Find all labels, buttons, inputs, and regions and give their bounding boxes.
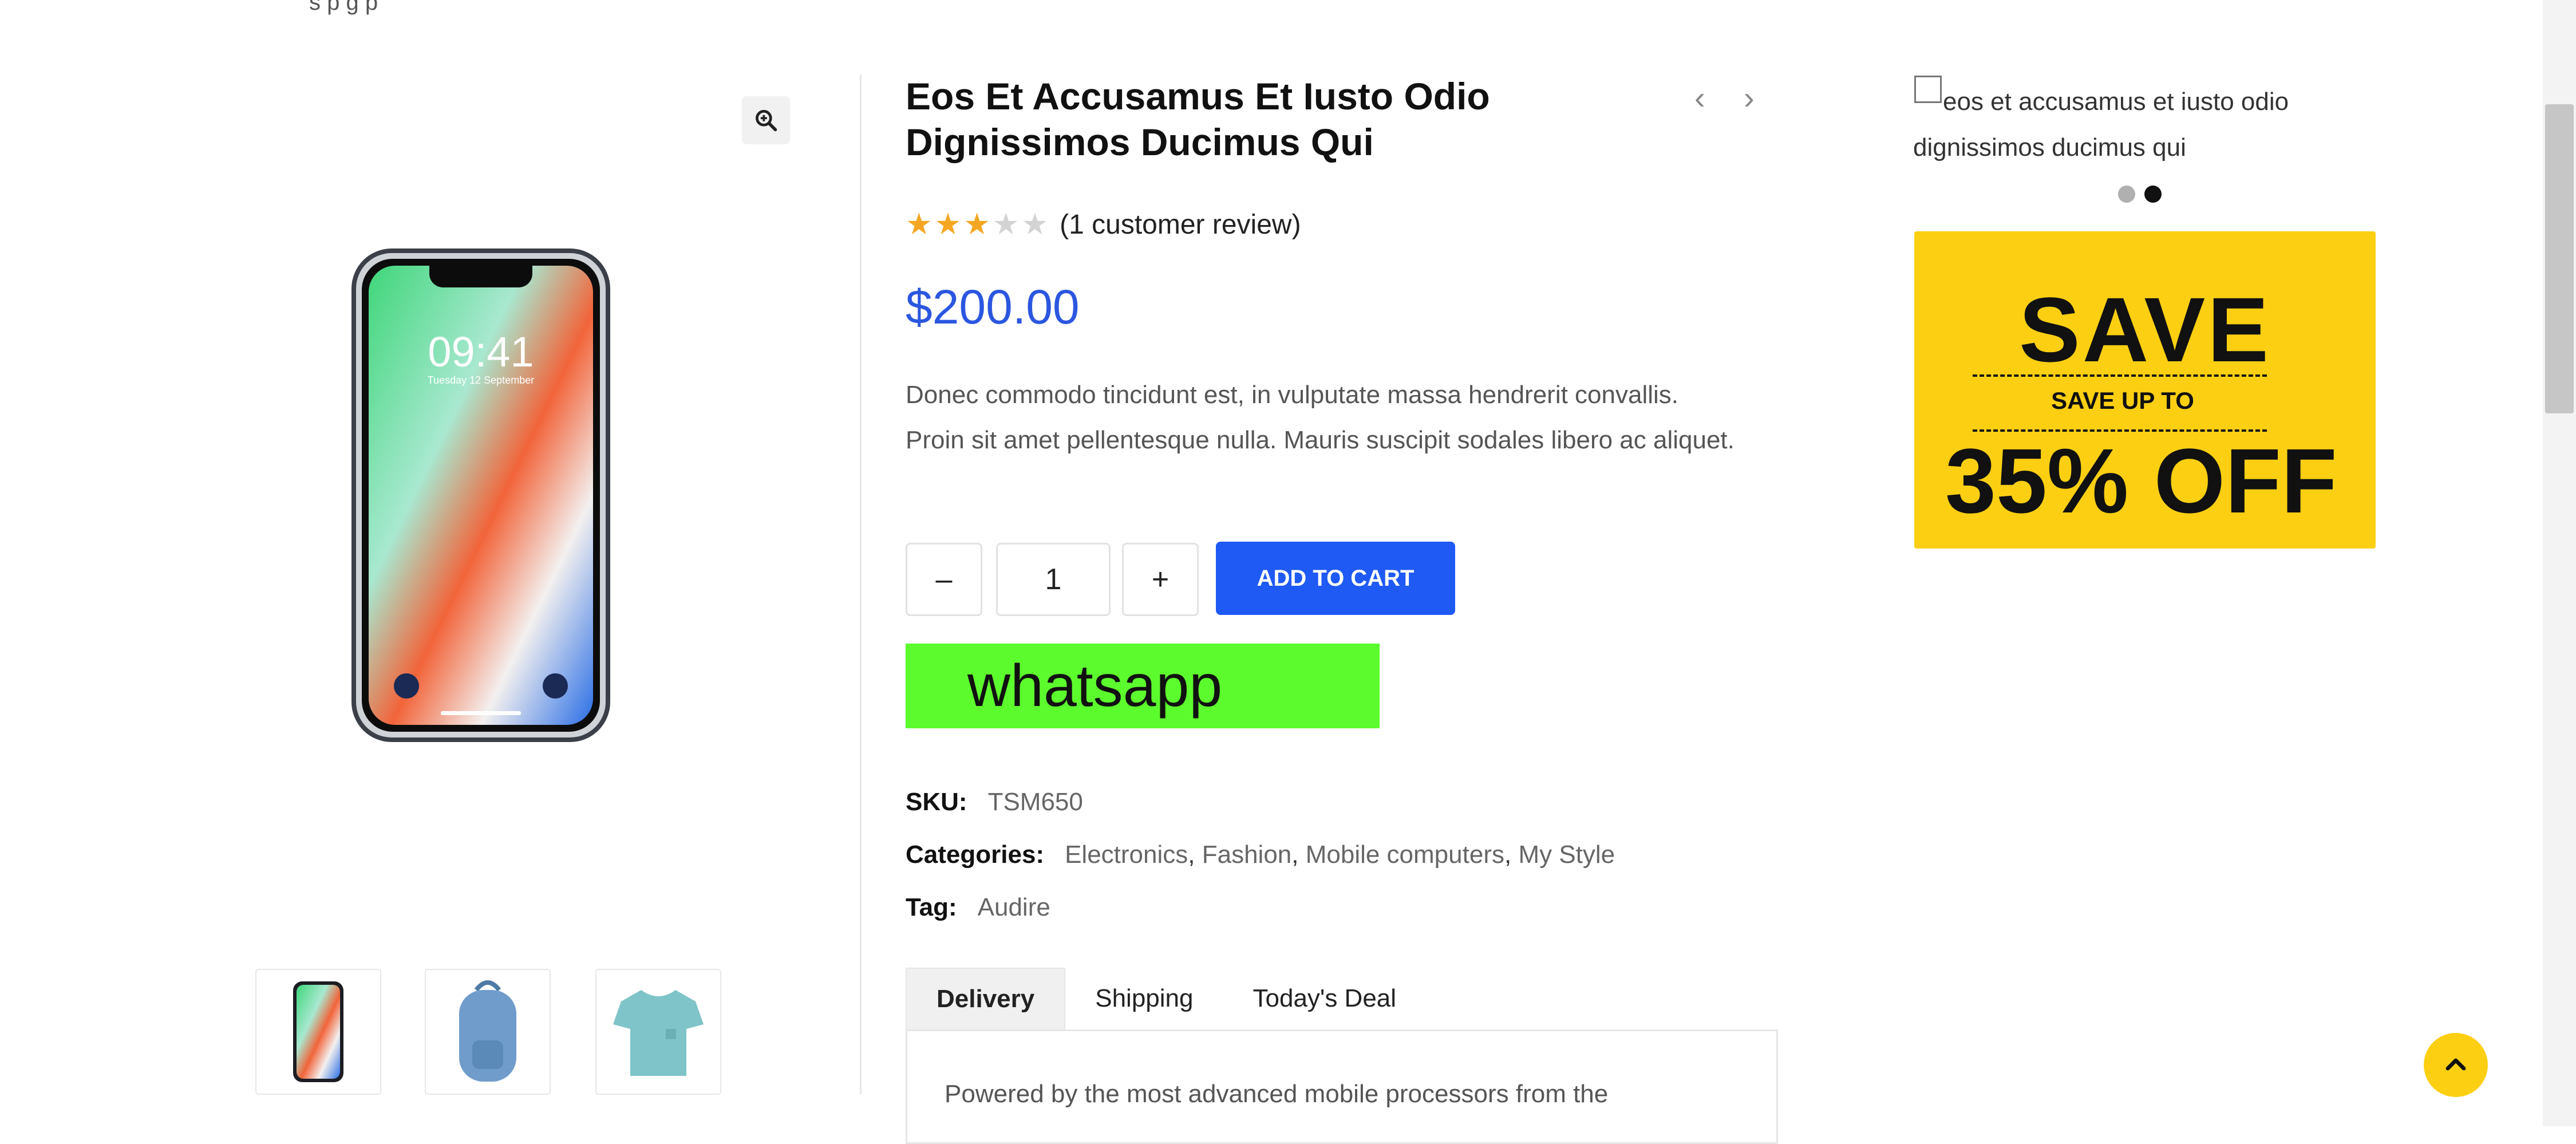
quantity-input[interactable] bbox=[996, 543, 1111, 616]
zoom-button[interactable] bbox=[742, 96, 790, 144]
sku-label: SKU: bbox=[906, 788, 967, 816]
product-tabs: Delivery Shipping Today's Deal bbox=[906, 968, 1426, 1029]
related-product-title[interactable]: eos et accusamus et iusto odio dignissim… bbox=[1913, 79, 2371, 171]
star-icon: ★ bbox=[963, 208, 990, 241]
column-divider bbox=[860, 74, 862, 1095]
thumbnail-tshirt[interactable] bbox=[595, 969, 721, 1095]
thumbnail-backpack[interactable] bbox=[425, 969, 551, 1095]
star-icon: ★ bbox=[992, 208, 1020, 241]
whatsapp-button[interactable]: whatsapp bbox=[906, 644, 1380, 728]
tag-link[interactable]: Audire bbox=[978, 893, 1050, 921]
quantity-decrease-button[interactable]: – bbox=[906, 543, 982, 616]
category-link[interactable]: My Style bbox=[1518, 841, 1615, 869]
carousel-dot[interactable] bbox=[2118, 186, 2135, 203]
customer-review-link[interactable]: (1 customer review) bbox=[1060, 209, 1301, 240]
previous-product-icon[interactable]: ‹ bbox=[1694, 79, 1705, 116]
thumbnail-phone[interactable] bbox=[255, 969, 381, 1095]
promo-banner[interactable]: SAVE SAVE UP TO 35% OFF bbox=[1914, 231, 2376, 549]
backpack-thumbnail-icon bbox=[459, 980, 516, 1082]
promo-discount: 35% OFF bbox=[1945, 429, 2337, 532]
phone-time: 09:41 bbox=[428, 328, 534, 376]
tab-shipping[interactable]: Shipping bbox=[1065, 968, 1223, 1029]
star-icon: ★ bbox=[934, 208, 962, 241]
promo-divider bbox=[1973, 374, 2267, 377]
star-icon: ★ bbox=[906, 208, 933, 241]
phone-date: Tuesday 12 September bbox=[428, 374, 534, 386]
tab-content-text: Powered by the most advanced mobile proc… bbox=[945, 1080, 1609, 1108]
category-link[interactable]: Fashion bbox=[1202, 841, 1292, 869]
promo-subline: SAVE UP TO bbox=[2051, 387, 2194, 414]
scrollbar-thumb[interactable] bbox=[2545, 104, 2574, 413]
tab-todays-deal[interactable]: Today's Deal bbox=[1223, 968, 1427, 1029]
magnifier-plus-icon bbox=[756, 110, 777, 132]
chevron-up-icon bbox=[2445, 1058, 2466, 1071]
sku-row: SKU: TSM650 bbox=[906, 788, 1083, 816]
carousel-dots bbox=[2118, 186, 2162, 203]
product-main-image[interactable]: 09:41 Tuesday 12 September bbox=[349, 246, 613, 744]
category-link[interactable]: Electronics bbox=[1065, 841, 1188, 869]
categories-label: Categories: bbox=[906, 841, 1045, 869]
next-product-icon[interactable]: › bbox=[1744, 79, 1755, 116]
sku-value: TSM650 bbox=[987, 788, 1083, 816]
star-icon: ★ bbox=[1021, 208, 1049, 241]
categories-row: Categories: Electronics, Fashion, Mobile … bbox=[906, 841, 1615, 869]
tag-row: Tag: Audire bbox=[906, 893, 1050, 922]
product-price: $200.00 bbox=[906, 280, 1080, 334]
product-description: Donec commodo tincidunt est, in vulputat… bbox=[906, 381, 1735, 454]
carousel-dot-active[interactable] bbox=[2144, 186, 2162, 203]
promo-headline: SAVE bbox=[2019, 278, 2271, 381]
tab-delivery[interactable]: Delivery bbox=[906, 968, 1066, 1029]
phone-thumbnail-icon bbox=[293, 981, 343, 1082]
back-to-top-button[interactable] bbox=[2424, 1033, 2488, 1097]
product-title: Eos Et Accusamus Et Iusto Odio Dignissim… bbox=[906, 75, 1490, 163]
top-partial-text: s p g p bbox=[309, 0, 378, 15]
product-rating: ★ ★ ★ ★ ★ (1 customer review) bbox=[906, 207, 1301, 242]
tag-label: Tag: bbox=[906, 893, 957, 921]
add-to-cart-button[interactable]: ADD TO CART bbox=[1216, 542, 1455, 615]
quantity-increase-button[interactable]: + bbox=[1122, 543, 1199, 616]
tshirt-thumbnail-icon bbox=[613, 990, 704, 1076]
category-link[interactable]: Mobile computers bbox=[1306, 841, 1504, 869]
